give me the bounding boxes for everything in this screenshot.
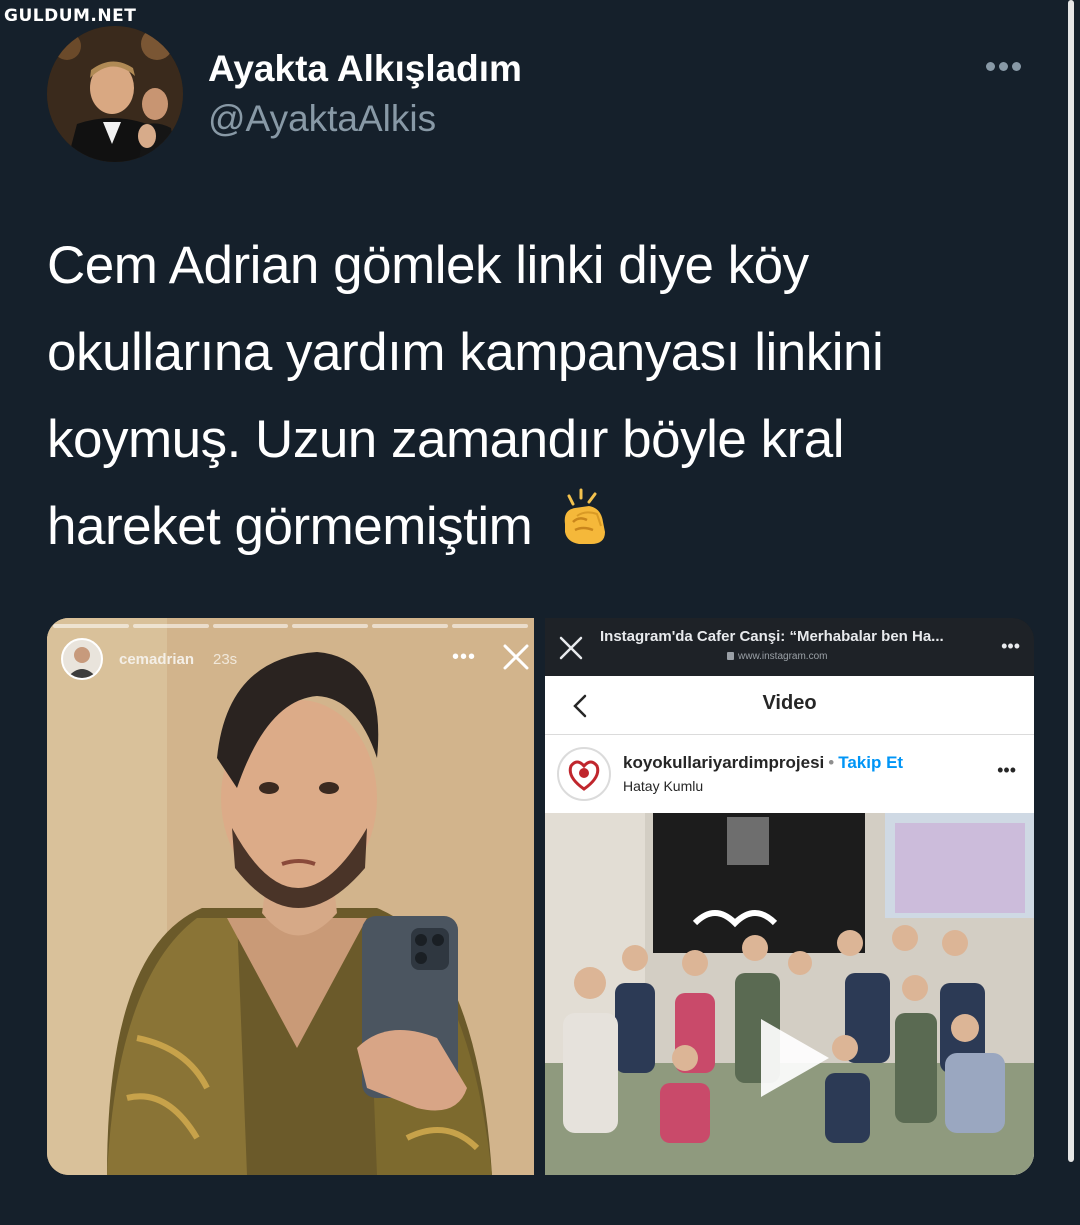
instagram-page: Video koyokullariyardimprojesi • Takip Et … (545, 676, 1034, 1175)
story-username[interactable]: cemadrian (119, 651, 194, 668)
video-player[interactable] (545, 813, 1034, 1175)
follow-button[interactable]: Takip Et (838, 753, 903, 772)
play-icon[interactable] (751, 1013, 835, 1108)
more-options-icon[interactable] (986, 58, 1030, 80)
close-icon[interactable] (557, 634, 585, 662)
story-avatar[interactable] (61, 638, 103, 680)
account-avatar[interactable] (557, 747, 611, 801)
browser-title: Instagram'da Cafer Canşi: “Merhabalar be… (600, 628, 944, 645)
instagram-nav-title: Video (762, 692, 817, 714)
display-name[interactable]: Ayakta Alkışladım (208, 48, 522, 90)
tweet-body: Cem Adrian gömlek linki diye köy okullar… (47, 236, 884, 556)
instagram-nav: Video (545, 676, 1034, 735)
url-text: www.instagram.com (738, 651, 828, 662)
account-line: koyokullariyardimprojesi • Takip Et (623, 753, 903, 773)
account-name[interactable]: koyokullariyardimprojesi (623, 753, 824, 772)
browser-more-icon[interactable]: ••• (1001, 636, 1020, 657)
post-more-icon[interactable]: ••• (997, 760, 1016, 781)
browser-url[interactable]: www.instagram.com (727, 651, 827, 662)
clapping-hands-icon (555, 486, 617, 574)
post-location[interactable]: Hatay Kumlu (623, 778, 703, 794)
story-screenshot[interactable]: cemadrian 23s ••• (47, 618, 534, 1175)
lock-icon (727, 652, 734, 660)
user-handle[interactable]: @AyaktaAlkis (208, 98, 436, 140)
close-icon[interactable] (501, 642, 531, 672)
video-thumbnail (545, 813, 1034, 1175)
story-photo (47, 618, 534, 1175)
story-more-icon[interactable]: ••• (452, 646, 476, 669)
tweet-text: Cem Adrian gömlek linki diye köy okullar… (47, 222, 1007, 574)
story-progress-bars (53, 624, 528, 628)
avatar[interactable] (47, 26, 183, 162)
browser-screenshot[interactable]: Instagram'da Cafer Canşi: “Merhabalar be… (545, 618, 1034, 1175)
scrollbar[interactable] (1068, 0, 1074, 1162)
avatar-image (47, 26, 183, 162)
separator-dot: • (828, 753, 835, 772)
media-grid: cemadrian 23s ••• Instagram'da Cafer Can… (47, 618, 1034, 1175)
watermark: GULDUM.NET (4, 6, 137, 26)
story-time: 23s (213, 651, 238, 668)
browser-toolbar: Instagram'da Cafer Canşi: “Merhabalar be… (545, 618, 1034, 676)
